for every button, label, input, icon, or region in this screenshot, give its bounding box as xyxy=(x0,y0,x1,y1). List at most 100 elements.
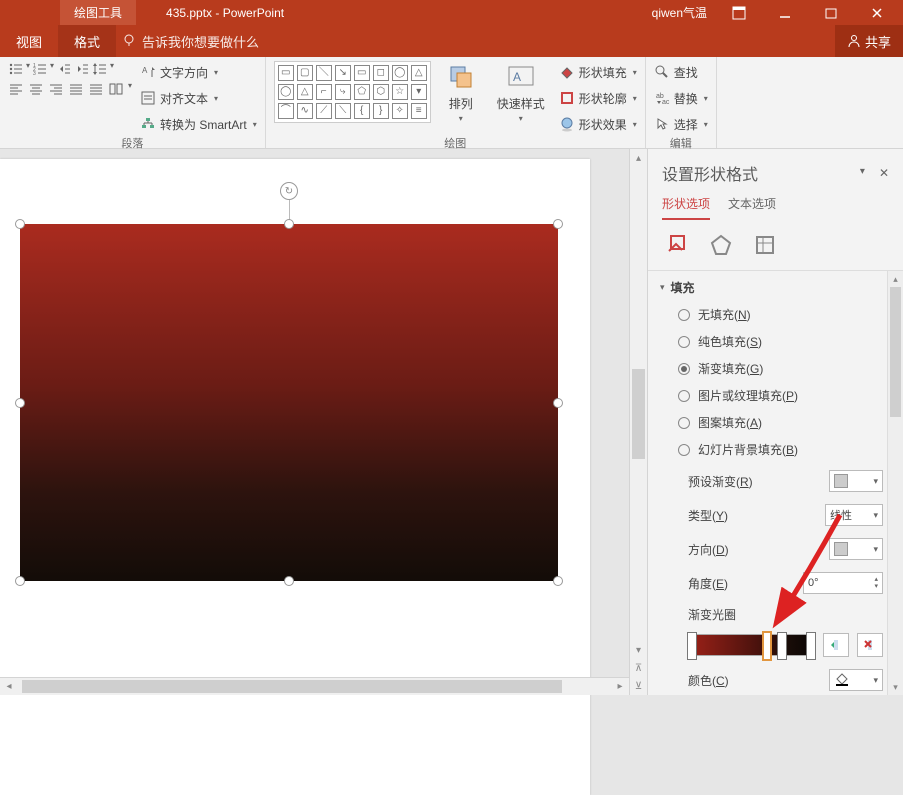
effects-icon[interactable] xyxy=(706,230,736,260)
pane-scroll-thumb[interactable] xyxy=(890,287,901,417)
quick-styles-icon: A xyxy=(505,61,537,93)
align-left-button[interactable] xyxy=(8,81,24,97)
resize-handle-n[interactable] xyxy=(284,219,294,229)
gradient-stop-2-selected[interactable] xyxy=(762,631,772,661)
gradient-type-value: 线性 xyxy=(830,507,852,523)
tell-me-search[interactable]: 告诉我你想要做什么 xyxy=(122,25,259,57)
minimize-button[interactable] xyxy=(771,1,799,25)
gradient-angle-spinner[interactable]: 0°▴▾ xyxy=(803,572,883,594)
scroll-down-arrow[interactable]: ▾ xyxy=(630,641,647,659)
slide[interactable]: ↻ xyxy=(0,159,590,795)
pane-tab-text-options[interactable]: 文本选项 xyxy=(728,195,776,220)
align-center-button[interactable] xyxy=(28,81,44,97)
resize-handle-e[interactable] xyxy=(553,398,563,408)
gradient-type-label: 类型(Y) xyxy=(688,507,825,524)
gradient-stop-4[interactable] xyxy=(806,632,816,660)
tab-view[interactable]: 视图 xyxy=(0,25,58,57)
justify-button[interactable] xyxy=(68,81,84,97)
replace-button[interactable]: abac 替换▾ xyxy=(654,87,708,109)
pane-scroll-up[interactable]: ▴ xyxy=(888,271,903,287)
v-scroll-thumb[interactable] xyxy=(632,369,645,459)
scroll-right-arrow[interactable]: ▸ xyxy=(611,678,629,695)
resize-handle-se[interactable] xyxy=(553,576,563,586)
distributed-button[interactable] xyxy=(88,81,104,97)
preset-gradient-dropdown[interactable]: ▾ xyxy=(829,470,883,492)
arrange-button[interactable]: 排列 ▾ xyxy=(439,61,483,123)
quick-styles-button[interactable]: A 快速样式 ▾ xyxy=(491,61,551,123)
scroll-left-arrow[interactable]: ◂ xyxy=(0,678,18,695)
fill-and-line-icon[interactable] xyxy=(662,230,692,260)
fill-gradient-radio[interactable]: 渐变填充(G) xyxy=(678,360,891,377)
selected-rectangle-shape[interactable]: ↻ xyxy=(20,224,558,581)
find-label: 查找 xyxy=(674,64,698,81)
pane-options-icon[interactable]: ▾ xyxy=(860,166,865,180)
size-properties-icon[interactable] xyxy=(750,230,780,260)
fill-slidebg-radio[interactable]: 幻灯片背景填充(B) xyxy=(678,441,891,458)
gradient-direction-dropdown[interactable]: ▾ xyxy=(829,538,883,560)
next-slide-button[interactable]: ⊻ xyxy=(630,677,647,695)
fill-picture-radio[interactable]: 图片或纹理填充(P) xyxy=(678,387,891,404)
tab-format[interactable]: 格式 xyxy=(58,25,116,57)
prev-slide-button[interactable]: ⊼ xyxy=(630,659,647,677)
text-direction-button[interactable]: A 文字方向▾ xyxy=(140,61,257,83)
select-icon xyxy=(654,116,670,132)
pane-scroll-down[interactable]: ▾ xyxy=(888,679,903,695)
decrease-indent-button[interactable] xyxy=(56,61,72,77)
share-button[interactable]: 共享 xyxy=(835,25,903,57)
fill-section-header[interactable]: ▾ 填充 xyxy=(648,271,903,304)
add-gradient-stop-button[interactable] xyxy=(823,633,849,657)
document-title: 435.pptx - PowerPoint xyxy=(166,6,284,20)
fill-solid-radio[interactable]: 纯色填充(S) xyxy=(678,333,891,350)
pane-title: 设置形状格式 xyxy=(662,161,758,185)
shape-outline-button[interactable]: 形状轮廓▾ xyxy=(559,87,637,109)
gradient-stop-3[interactable] xyxy=(777,632,787,660)
numbering-button[interactable]: 123 xyxy=(32,61,48,77)
convert-smartart-button[interactable]: 转换为 SmartArt▾ xyxy=(140,113,257,135)
tell-me-placeholder: 告诉我你想要做什么 xyxy=(142,32,259,51)
fill-pattern-radio[interactable]: 图案填充(A) xyxy=(678,414,891,431)
ribbon-display-options-icon[interactable] xyxy=(725,1,753,25)
pane-close-icon[interactable]: ✕ xyxy=(879,166,889,180)
resize-handle-w[interactable] xyxy=(15,398,25,408)
pane-tab-shape-options[interactable]: 形状选项 xyxy=(662,195,710,220)
vertical-scrollbar[interactable]: ▴ ▾ ⊼ ⊻ xyxy=(629,149,647,695)
select-button[interactable]: 选择▾ xyxy=(654,113,708,135)
slide-canvas-area[interactable]: ↻ ◂ ▸ xyxy=(0,149,629,695)
gradient-stop-1[interactable] xyxy=(687,632,697,660)
shape-fill-button[interactable]: 形状填充▾ xyxy=(559,61,637,83)
gradient-type-dropdown[interactable]: 线性▾ xyxy=(825,504,883,526)
replace-icon: abac xyxy=(654,90,670,106)
columns-button[interactable] xyxy=(108,81,124,97)
pane-vertical-scrollbar[interactable]: ▴ ▾ xyxy=(887,271,903,695)
rotation-handle[interactable]: ↻ xyxy=(280,182,298,200)
shapes-gallery[interactable]: ▭▢＼↘▭◻◯△ ◯△⌐⤷⬠⬡☆▾ ⌒∿⟋⟍{}✧≡ xyxy=(274,61,431,123)
shape-effects-button[interactable]: 形状效果▾ xyxy=(559,113,637,135)
increase-indent-button[interactable] xyxy=(74,61,90,77)
resize-handle-ne[interactable] xyxy=(553,219,563,229)
bullets-button[interactable] xyxy=(8,61,24,77)
close-button[interactable] xyxy=(863,1,891,25)
text-direction-label: 文字方向 xyxy=(160,64,208,81)
smartart-icon xyxy=(140,116,156,132)
scroll-up-arrow[interactable]: ▴ xyxy=(630,149,647,167)
resize-handle-s[interactable] xyxy=(284,576,294,586)
resize-handle-nw[interactable] xyxy=(15,219,25,229)
maximize-button[interactable] xyxy=(817,1,845,25)
ribbon: ▾ 123 ▾ ▾ ▾ xyxy=(0,57,903,149)
align-text-button[interactable]: 对齐文本▾ xyxy=(140,87,257,109)
remove-gradient-stop-button[interactable] xyxy=(857,633,883,657)
stop-color-dropdown[interactable]: ▾ xyxy=(829,669,883,691)
quick-styles-label: 快速样式 xyxy=(497,95,545,112)
line-spacing-button[interactable] xyxy=(92,61,108,77)
find-icon xyxy=(654,64,670,80)
share-label: 共享 xyxy=(865,32,891,51)
text-direction-icon: A xyxy=(140,64,156,80)
align-right-button[interactable] xyxy=(48,81,64,97)
title-bar: 绘图工具 435.pptx - PowerPoint qiwen气温 xyxy=(0,0,903,25)
h-scroll-thumb[interactable] xyxy=(22,680,562,693)
gradient-stops-bar[interactable] xyxy=(688,634,815,656)
resize-handle-sw[interactable] xyxy=(15,576,25,586)
fill-none-radio[interactable]: 无填充(N) xyxy=(678,306,891,323)
horizontal-scrollbar[interactable]: ◂ ▸ xyxy=(0,677,629,695)
find-button[interactable]: 查找 xyxy=(654,61,708,83)
